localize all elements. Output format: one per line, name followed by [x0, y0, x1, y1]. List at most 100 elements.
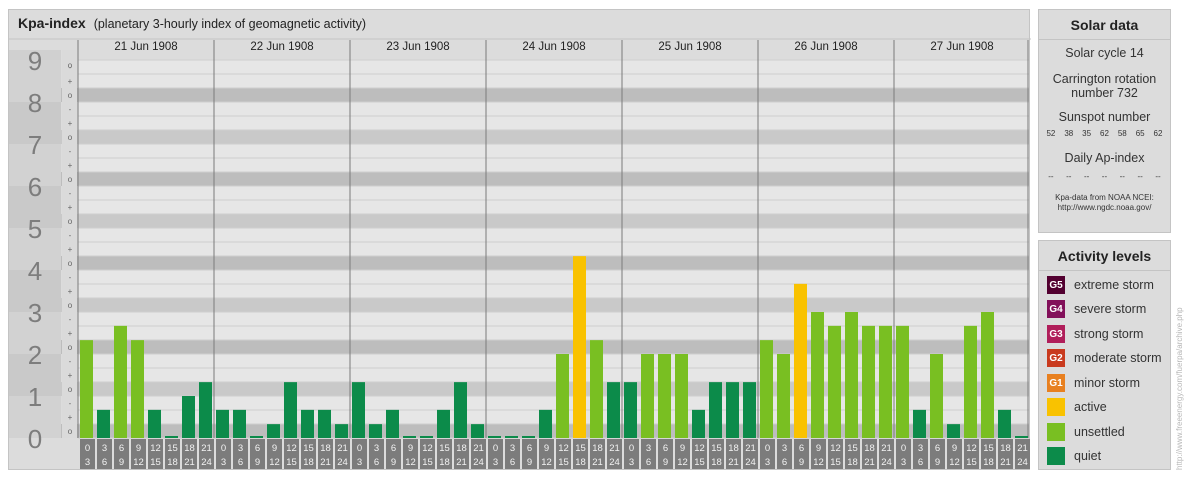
hour-end-label: 9	[663, 457, 668, 468]
side-panel: Solar data Solar cycle 14 Carrington rot…	[1038, 9, 1171, 470]
kp-bar	[471, 424, 484, 438]
hour-end-label: 21	[728, 457, 739, 468]
carrington-line-2: number 732	[1071, 86, 1138, 100]
hour-start-label: 9	[408, 443, 413, 454]
kp-bar	[488, 436, 501, 438]
hour-end-label: 6	[238, 457, 243, 468]
kp-bar	[964, 325, 977, 438]
hour-start-label: 6	[255, 443, 260, 454]
y-tick-label: 9	[28, 46, 42, 76]
hour-start-label: 9	[952, 443, 957, 454]
band-dark	[9, 172, 1029, 186]
ap-value: --	[1137, 172, 1143, 181]
hour-end-label: 3	[901, 457, 906, 468]
legend-label: moderate storm	[1074, 351, 1162, 365]
sunspot-value: 52	[1046, 129, 1056, 138]
kp-bar	[930, 354, 943, 438]
legend-label: active	[1074, 400, 1107, 414]
hour-end-label: 6	[646, 457, 651, 468]
y-sub-tick: -	[69, 399, 72, 408]
ap-value: --	[1101, 172, 1108, 181]
hour-start-label: 21	[337, 443, 348, 454]
hour-end-label: 15	[286, 457, 297, 468]
hour-end-label: 12	[813, 457, 824, 468]
hour-start-label: 3	[374, 443, 379, 454]
hour-start-label: 21	[745, 443, 756, 454]
kp-bar	[335, 424, 348, 438]
activity-levels-box: Activity levels G5 extreme storm G4 seve…	[1038, 240, 1171, 470]
hour-start-label: 9	[544, 443, 549, 454]
hour-end-label: 21	[592, 457, 603, 468]
kp-bar	[420, 436, 433, 438]
kp-bar	[573, 256, 586, 438]
y-tick-label: 4	[28, 256, 42, 286]
legend-swatch	[1047, 447, 1065, 465]
kp-bar	[862, 325, 875, 438]
hour-end-label: 24	[201, 457, 212, 468]
hour-start-label: 3	[510, 443, 515, 454]
activity-levels-title: Activity levels	[1039, 241, 1170, 271]
legend-label: extreme storm	[1074, 278, 1154, 292]
legend-swatch: G4	[1047, 300, 1065, 318]
kp-bar	[692, 409, 705, 438]
watermark-url: http://www.freeenergy.com/fuerpa/archive…	[1175, 307, 1184, 470]
hour-end-label: 18	[167, 457, 178, 468]
hour-start-label: 6	[935, 443, 940, 454]
hour-start-label: 18	[592, 443, 603, 454]
y-tick-label: 8	[28, 88, 42, 118]
ap-value: --	[1155, 172, 1161, 181]
y-sub-tick: +	[68, 77, 73, 86]
hour-end-label: 21	[320, 457, 331, 468]
band-dark	[9, 382, 1029, 396]
hour-start-label: 18	[456, 443, 467, 454]
band-dark	[9, 340, 1029, 354]
legend-swatch	[1047, 423, 1065, 441]
kp-bar	[777, 354, 790, 438]
hour-end-label: 12	[949, 457, 960, 468]
hour-start-label: 21	[1017, 443, 1028, 454]
hour-end-label: 18	[439, 457, 450, 468]
hour-start-label: 0	[493, 443, 498, 454]
kp-bar	[794, 283, 807, 438]
kp-bar	[301, 409, 314, 438]
y-sub-tick: +	[68, 329, 73, 338]
y-sub-tick: +	[68, 203, 73, 212]
y-sub-tick: o	[68, 175, 73, 184]
y-sub-tick: o	[68, 259, 73, 268]
y-sub-tick: o	[68, 427, 73, 436]
hour-end-label: 12	[269, 457, 280, 468]
kp-bar	[250, 436, 263, 438]
y-sub-tick: +	[68, 119, 73, 128]
day-label: 27 Jun 1908	[930, 41, 993, 53]
kp-bar	[845, 312, 858, 438]
legend-label: unsettled	[1074, 425, 1125, 439]
hour-start-label: 21	[881, 443, 892, 454]
kp-bar	[998, 409, 1011, 438]
kp-bar	[148, 409, 161, 438]
y-sub-tick: +	[68, 245, 73, 254]
legend-item-moderate-storm: G2 moderate storm	[1047, 348, 1162, 368]
kp-bar	[896, 325, 909, 438]
hour-start-label: 12	[830, 443, 841, 454]
hour-end-label: 24	[609, 457, 620, 468]
credit-line-1: Kpa-data from NOAA NCEI:	[1055, 193, 1154, 202]
hour-end-label: 24	[1017, 457, 1028, 468]
y-sub-tick: +	[68, 371, 73, 380]
hour-start-label: 12	[966, 443, 977, 454]
hour-start-label: 18	[1000, 443, 1011, 454]
hour-end-label: 3	[629, 457, 634, 468]
sunspot-value: 65	[1135, 129, 1145, 138]
hour-end-label: 12	[677, 457, 688, 468]
hour-start-label: 12	[558, 443, 569, 454]
hour-start-label: 15	[711, 443, 722, 454]
kp-bar	[114, 325, 127, 438]
y-sub-tick: -	[69, 147, 72, 156]
hour-end-label: 18	[847, 457, 858, 468]
hour-start-label: 3	[102, 443, 107, 454]
hour-end-label: 21	[184, 457, 195, 468]
hour-start-label: 18	[184, 443, 195, 454]
sunspot-value: 35	[1082, 129, 1092, 138]
legend-label: minor storm	[1074, 376, 1140, 390]
kp-bar	[318, 409, 331, 438]
hour-start-label: 0	[221, 443, 226, 454]
